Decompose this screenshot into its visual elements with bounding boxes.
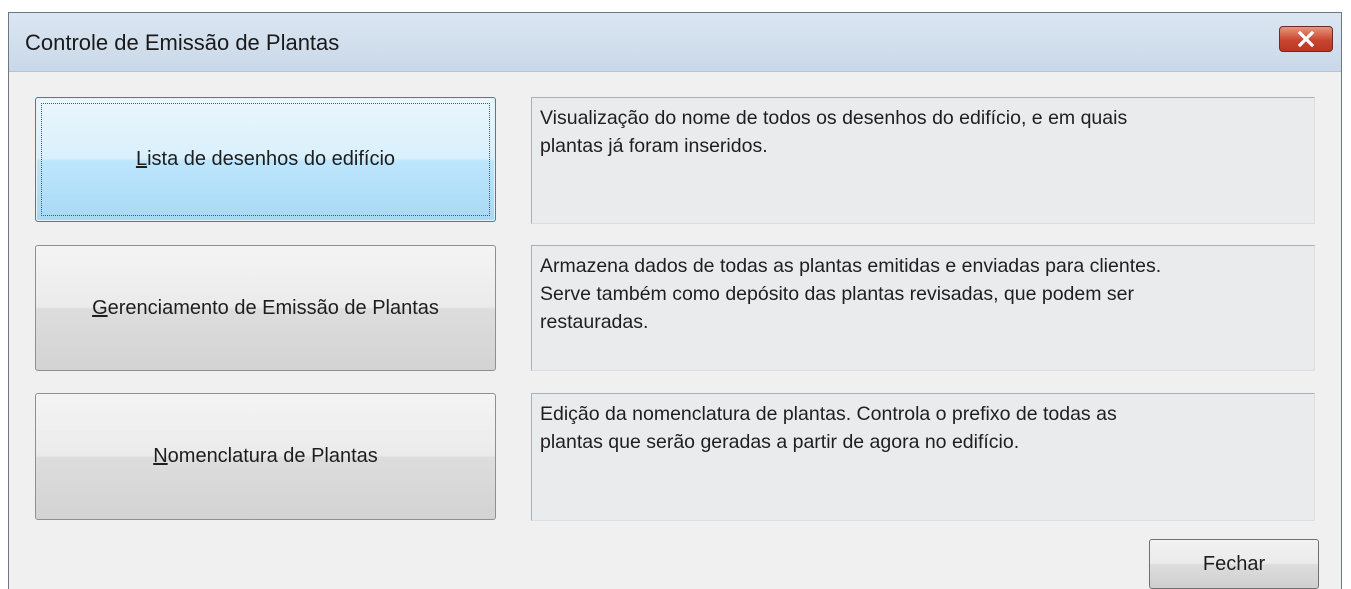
issue-management-button-label: Gerenciamento de Emissão de Plantas xyxy=(92,296,439,319)
plant-nomenclature-button-label: Nomenclatura de Plantas xyxy=(153,445,378,467)
title-bar[interactable]: Controle de Emissão de Plantas xyxy=(9,13,1341,72)
drawing-list-description: Visualização do nome de todos os desenho… xyxy=(531,97,1315,224)
issue-management-description: Armazena dados de todas as plantas emiti… xyxy=(531,245,1315,371)
close-window-button[interactable] xyxy=(1279,26,1333,52)
close-button[interactable]: Fechar xyxy=(1149,539,1319,589)
dialog-body: Lista de desenhos do edifício Visualizaç… xyxy=(15,73,1335,589)
close-x-icon xyxy=(1297,31,1315,47)
focus-rectangle xyxy=(41,103,490,216)
plant-nomenclature-button[interactable]: Nomenclatura de Plantas xyxy=(35,393,496,520)
issue-management-button[interactable]: Gerenciamento de Emissão de Plantas xyxy=(35,245,496,371)
drawing-list-button[interactable]: Lista de desenhos do edifício xyxy=(35,97,496,222)
window-title: Controle de Emissão de Plantas xyxy=(25,30,340,55)
plant-nomenclature-description: Edição da nomenclatura de plantas. Contr… xyxy=(531,393,1315,521)
dialog-window: Controle de Emissão de Plantas Lista de … xyxy=(8,12,1342,589)
